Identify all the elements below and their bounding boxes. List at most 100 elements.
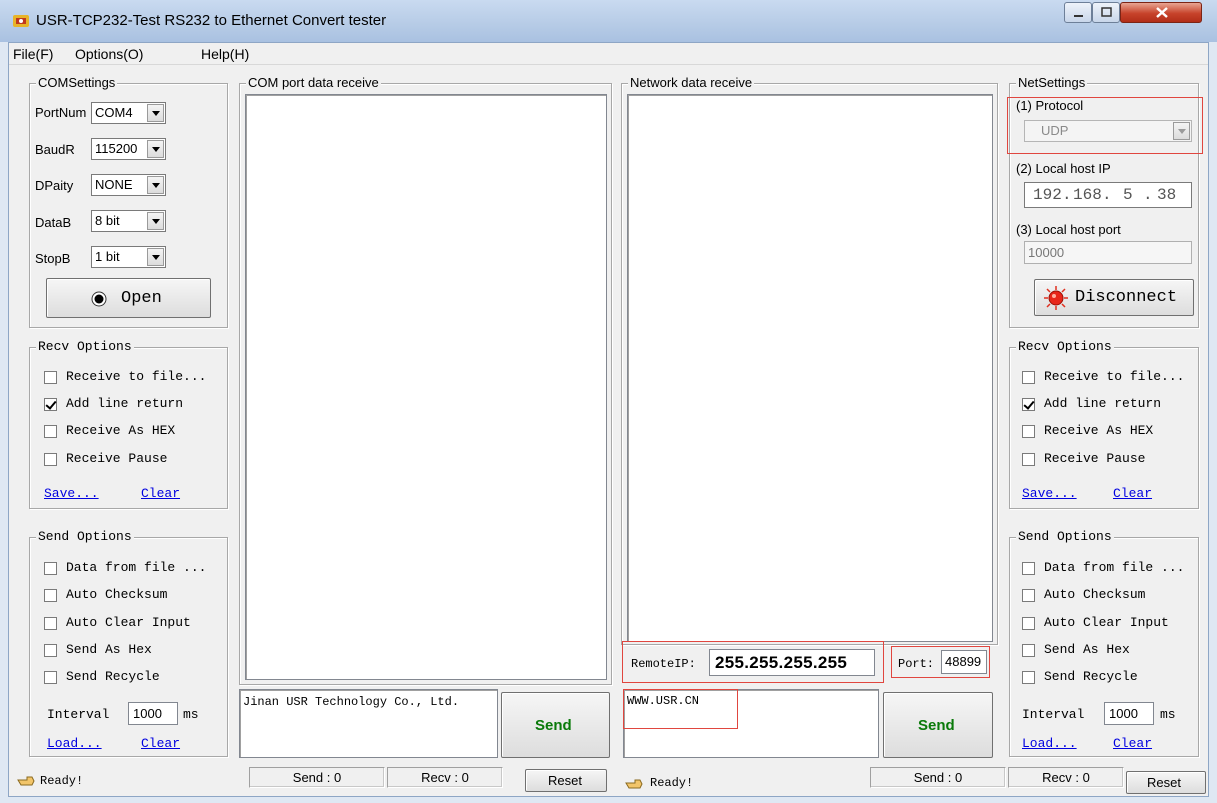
open-button-label: Open: [121, 289, 162, 308]
stopbits-select[interactable]: 1 bit: [91, 246, 166, 268]
menu-help[interactable]: Help(H): [201, 46, 249, 62]
baud-select[interactable]: 115200: [91, 138, 166, 160]
remote-ip-label: RemoteIP:: [631, 657, 696, 671]
net-recv-count: Recv : 0: [1008, 767, 1124, 788]
minimize-button[interactable]: [1064, 2, 1092, 23]
record-icon: [91, 291, 107, 307]
left-send-options-group: Send Options Data from file ... Auto Che…: [29, 529, 228, 757]
maximize-icon: [1101, 7, 1112, 17]
checkbox-box[interactable]: [1022, 453, 1035, 466]
com-receive-textarea[interactable]: [245, 94, 607, 680]
checkbox-box[interactable]: [44, 671, 57, 684]
left-status-ready: Ready!: [40, 774, 84, 788]
checkbox-box[interactable]: [1022, 371, 1035, 384]
chevron-down-icon: [1173, 122, 1190, 140]
left-recv-options-group: Recv Options Receive to file... Add line…: [29, 339, 228, 509]
stopbits-label: StopB: [35, 251, 71, 266]
com-settings-group: COMSettings PortNum COM4 BaudR 115200 DP…: [29, 75, 228, 328]
net-settings-title: NetSettings: [1016, 75, 1088, 91]
close-button[interactable]: [1120, 2, 1202, 23]
local-ip-input[interactable]: 192 . 168 . 5 . 38: [1024, 182, 1192, 208]
right-load-link[interactable]: Load...: [1022, 736, 1077, 751]
left-interval-input[interactable]: 1000: [128, 702, 178, 725]
chevron-down-icon: [147, 248, 164, 266]
right-save-link[interactable]: Save...: [1022, 486, 1077, 501]
com-send-count: Send : 0: [249, 767, 385, 788]
hand-pointer-icon: [17, 776, 35, 786]
right-recv-clear-link[interactable]: Clear: [1113, 486, 1152, 501]
checkbox-box[interactable]: [44, 453, 57, 466]
disconnect-button[interactable]: Disconnect: [1034, 279, 1194, 316]
net-port-input[interactable]: 48899: [941, 650, 987, 674]
remote-ip-input[interactable]: 255.255.255.255: [709, 649, 875, 676]
com-reset-button[interactable]: Reset: [525, 769, 607, 792]
left-send-clear-link[interactable]: Clear: [141, 736, 180, 751]
menu-file[interactable]: File(F): [13, 46, 53, 62]
left-interval-label: Interval: [47, 707, 110, 722]
checkbox-box[interactable]: [44, 617, 57, 630]
chevron-down-icon: [147, 104, 164, 122]
left-save-link[interactable]: Save...: [44, 486, 99, 501]
databits-select[interactable]: 8 bit: [91, 210, 166, 232]
right-recv-options-title: Recv Options: [1016, 339, 1114, 355]
maximize-button[interactable]: [1092, 2, 1120, 23]
hand-pointer-icon: [625, 779, 643, 789]
checkbox-box[interactable]: [1022, 589, 1035, 602]
disconnect-button-label: Disconnect: [1075, 288, 1178, 307]
menu-options[interactable]: Options(O): [75, 46, 143, 62]
menu-bar: File(F) Options(O) Help(H): [9, 43, 1208, 65]
left-recv-clear-link[interactable]: Clear: [141, 486, 180, 501]
right-interval-input[interactable]: 1000: [1104, 702, 1154, 725]
checkbox-box[interactable]: [44, 425, 57, 438]
right-interval-unit: ms: [1160, 707, 1176, 722]
checkbox-box[interactable]: [44, 562, 57, 575]
local-port-label: (3) Local host port: [1016, 222, 1121, 237]
parity-label: DPaity: [35, 178, 74, 193]
com-send-button[interactable]: Send: [501, 692, 610, 758]
com-receive-title: COM port data receive: [246, 75, 381, 91]
port-select[interactable]: COM4: [91, 102, 166, 124]
parity-select[interactable]: NONE: [91, 174, 166, 196]
left-send-options-title: Send Options: [36, 529, 134, 545]
net-reset-button[interactable]: Reset: [1126, 771, 1206, 794]
com-settings-title: COMSettings: [36, 75, 118, 91]
net-send-button[interactable]: Send: [883, 692, 993, 758]
port-label: PortNum: [35, 105, 87, 120]
checkbox-box[interactable]: [1022, 671, 1035, 684]
checkbox-box[interactable]: [44, 371, 57, 384]
right-recv-options-group: Recv Options Receive to file... Add line…: [1009, 339, 1199, 509]
checkbox-box[interactable]: [1022, 617, 1035, 630]
net-send-highlight: [623, 689, 738, 729]
minimize-icon: [1074, 15, 1083, 17]
net-receive-textarea[interactable]: [627, 94, 993, 642]
checkbox-box[interactable]: [44, 589, 57, 602]
open-button[interactable]: Open: [46, 278, 211, 318]
protocol-select[interactable]: UDP: [1024, 120, 1192, 142]
checkbox-box[interactable]: [1022, 644, 1035, 657]
databits-label: DataB: [35, 215, 72, 230]
checkbox-box[interactable]: [1022, 398, 1035, 411]
right-send-options-group: Send Options Data from file ... Auto Che…: [1009, 529, 1199, 757]
chevron-down-icon: [147, 212, 164, 230]
left-recv-options-title: Recv Options: [36, 339, 134, 355]
right-send-options-title: Send Options: [1016, 529, 1114, 545]
checkbox-box[interactable]: [1022, 562, 1035, 575]
protocol-label: (1) Protocol: [1016, 98, 1084, 113]
com-send-button-label: Send: [535, 717, 572, 734]
close-icon: [1156, 7, 1168, 18]
left-load-link[interactable]: Load...: [47, 736, 102, 751]
right-send-clear-link[interactable]: Clear: [1113, 736, 1152, 751]
local-port-input[interactable]: 10000: [1024, 241, 1192, 264]
net-receive-title: Network data receive: [628, 75, 755, 91]
window-title: USR-TCP232-Test RS232 to Ethernet Conver…: [36, 12, 387, 29]
checkbox-box[interactable]: [1022, 425, 1035, 438]
checkbox-box[interactable]: [44, 398, 57, 411]
right-interval-label: Interval: [1022, 707, 1085, 722]
net-status-ready: Ready!: [650, 776, 694, 790]
com-receive-group: COM port data receive: [239, 75, 612, 685]
left-interval-unit: ms: [183, 707, 199, 722]
checkbox-box[interactable]: [44, 644, 57, 657]
com-send-input[interactable]: Jinan USR Technology Co., Ltd.: [239, 689, 498, 758]
local-ip-label: (2) Local host IP: [1016, 161, 1111, 176]
title-bar[interactable]: USR-TCP232-Test RS232 to Ethernet Conver…: [0, 0, 1217, 42]
